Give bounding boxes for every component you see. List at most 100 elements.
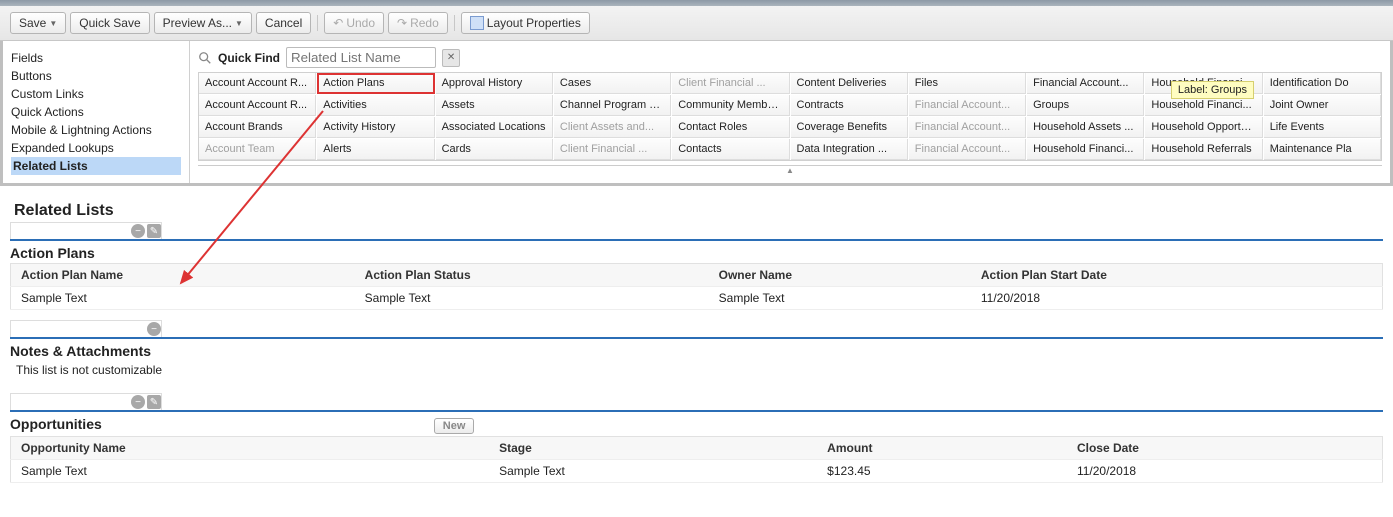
section-title: Notes & Attachments — [10, 343, 151, 359]
palette-item[interactable]: Household Assets ... — [1027, 117, 1144, 138]
column-header: Action Plan Name — [11, 264, 355, 287]
palette-item[interactable]: Approval History — [436, 73, 553, 94]
palette-item[interactable]: Household Opportu... — [1145, 117, 1262, 138]
section-tools: − — [10, 320, 162, 337]
nav-item-expanded-lookups[interactable]: Expanded Lookups — [11, 139, 181, 157]
cell: $123.45 — [817, 460, 1067, 483]
notes-section: Notes & Attachments This list is not cus… — [10, 337, 1383, 383]
palette-item[interactable]: Household Financi... — [1145, 95, 1262, 116]
search-icon — [198, 51, 212, 65]
section-tools: − ✎ — [10, 393, 162, 410]
toolbar-divider — [317, 15, 318, 31]
quick-save-button[interactable]: Quick Save — [70, 12, 149, 34]
opportunities-table: Opportunity NameStageAmountClose Date Sa… — [10, 436, 1383, 483]
redo-button[interactable]: ↷ Redo — [388, 12, 448, 34]
collapse-palette-bar[interactable]: ▲ — [198, 165, 1382, 174]
column-header: Action Plan Status — [355, 264, 709, 287]
palette-item[interactable]: Financial Account... — [1027, 73, 1144, 94]
palette-item[interactable]: Contacts — [672, 139, 789, 160]
column-header: Close Date — [1067, 437, 1383, 460]
table-row: Sample TextSample Text$123.4511/20/2018 — [11, 460, 1383, 483]
palette-item[interactable]: Community Members — [672, 95, 789, 116]
palette-item[interactable]: Account Team — [199, 139, 316, 160]
wrench-icon[interactable]: ✎ — [147, 224, 161, 238]
palette-item[interactable]: Account Account R... — [199, 73, 316, 94]
palette-item[interactable]: Contracts — [791, 95, 908, 116]
category-nav: FieldsButtonsCustom LinksQuick ActionsMo… — [3, 41, 190, 183]
remove-icon[interactable]: − — [147, 322, 161, 336]
cell: Sample Text — [709, 287, 971, 310]
opportunities-header: Opportunities New — [10, 412, 1383, 436]
remove-icon[interactable]: − — [131, 395, 145, 409]
palette-item[interactable]: Client Financial ... — [672, 73, 789, 94]
redo-icon: ↷ — [397, 16, 407, 30]
nav-item-buttons[interactable]: Buttons — [11, 67, 181, 85]
palette-item[interactable]: Financial Account... — [909, 117, 1026, 138]
column-header: Owner Name — [709, 264, 971, 287]
palette-item[interactable]: Alerts — [317, 139, 434, 160]
caret-down-icon: ▼ — [235, 19, 243, 28]
palette-item[interactable]: Associated Locations — [436, 117, 553, 138]
notes-header: Notes & Attachments — [10, 339, 1383, 361]
layout-props-icon — [470, 16, 484, 30]
palette-item[interactable]: Financial Account... — [909, 95, 1026, 116]
section-title: Opportunities — [10, 416, 102, 432]
palette-item[interactable]: Account Brands — [199, 117, 316, 138]
remove-icon[interactable]: − — [131, 224, 145, 238]
preview-as-button[interactable]: Preview As... ▼ — [154, 12, 252, 34]
nav-item-fields[interactable]: Fields — [11, 49, 181, 67]
palette-item[interactable]: Activity History — [317, 117, 434, 138]
nav-item-custom-links[interactable]: Custom Links — [11, 85, 181, 103]
palette-item[interactable]: Life Events — [1264, 117, 1381, 138]
table-row: Sample TextSample TextSample Text11/20/2… — [11, 287, 1383, 310]
palette-item[interactable]: Channel Program M... — [554, 95, 671, 116]
cell: Sample Text — [355, 287, 709, 310]
wrench-icon[interactable]: ✎ — [147, 395, 161, 409]
layout-properties-button[interactable]: Layout Properties — [461, 12, 590, 34]
palette-item[interactable]: Files — [909, 73, 1026, 94]
column-header: Action Plan Start Date — [971, 264, 1383, 287]
clear-quick-find-button[interactable]: ✕ — [442, 49, 460, 67]
cell: Sample Text — [11, 460, 490, 483]
palette-item[interactable]: Identification Do — [1264, 73, 1381, 94]
nav-item-quick-actions[interactable]: Quick Actions — [11, 103, 181, 121]
palette-item[interactable]: Cards — [436, 139, 553, 160]
palette-item[interactable]: Coverage Benefits — [791, 117, 908, 138]
quick-find-input[interactable] — [286, 47, 436, 68]
column-header: Stage — [489, 437, 817, 460]
section-tools: − ✎ — [10, 222, 162, 239]
nav-item-mobile-lightning-actions[interactable]: Mobile & Lightning Actions — [11, 121, 181, 139]
related-lists-title: Related Lists — [10, 194, 1383, 220]
save-button[interactable]: Save ▼ — [10, 12, 66, 34]
column-header: Amount — [817, 437, 1067, 460]
preview-as-label: Preview As... — [163, 16, 232, 30]
palette-item[interactable]: Activities — [317, 95, 434, 116]
undo-label: Undo — [346, 16, 375, 30]
caret-down-icon: ▼ — [49, 19, 57, 28]
palette-item[interactable]: Cases — [554, 73, 671, 94]
undo-button[interactable]: ↶ Undo — [324, 12, 384, 34]
palette-item[interactable]: Contact Roles — [672, 117, 789, 138]
palette-item[interactable]: Household Referrals — [1145, 139, 1262, 160]
palette-item[interactable]: Client Assets and... — [554, 117, 671, 138]
palette-item[interactable]: Action Plans — [317, 73, 434, 94]
palette-item[interactable]: Assets — [436, 95, 553, 116]
undo-icon: ↶ — [333, 16, 343, 30]
action-plans-table: Action Plan NameAction Plan StatusOwner … — [10, 263, 1383, 310]
palette-item[interactable]: Household Financi... — [1027, 139, 1144, 160]
palette-item[interactable]: Joint Owner — [1264, 95, 1381, 116]
palette-item[interactable]: Account Account R... — [199, 95, 316, 116]
palette-item[interactable]: Maintenance Pla — [1264, 139, 1381, 160]
palette-item[interactable]: Financial Account... — [909, 139, 1026, 160]
palette-item[interactable]: Groups — [1027, 95, 1144, 116]
palette-item[interactable]: Household Financi... — [1145, 73, 1262, 94]
editor-toolbar: Save ▼ Quick Save Preview As... ▼ Cancel… — [0, 6, 1393, 41]
cancel-button[interactable]: Cancel — [256, 12, 311, 34]
palette-item[interactable]: Content Deliveries — [791, 73, 908, 94]
palette-item[interactable]: Client Financial ... — [554, 139, 671, 160]
quick-find-row: Quick Find ✕ — [198, 47, 1382, 68]
nav-item-related-lists[interactable]: Related Lists — [11, 157, 181, 175]
new-opportunity-button[interactable]: New — [434, 418, 475, 434]
cell: 11/20/2018 — [1067, 460, 1383, 483]
palette-item[interactable]: Data Integration ... — [791, 139, 908, 160]
